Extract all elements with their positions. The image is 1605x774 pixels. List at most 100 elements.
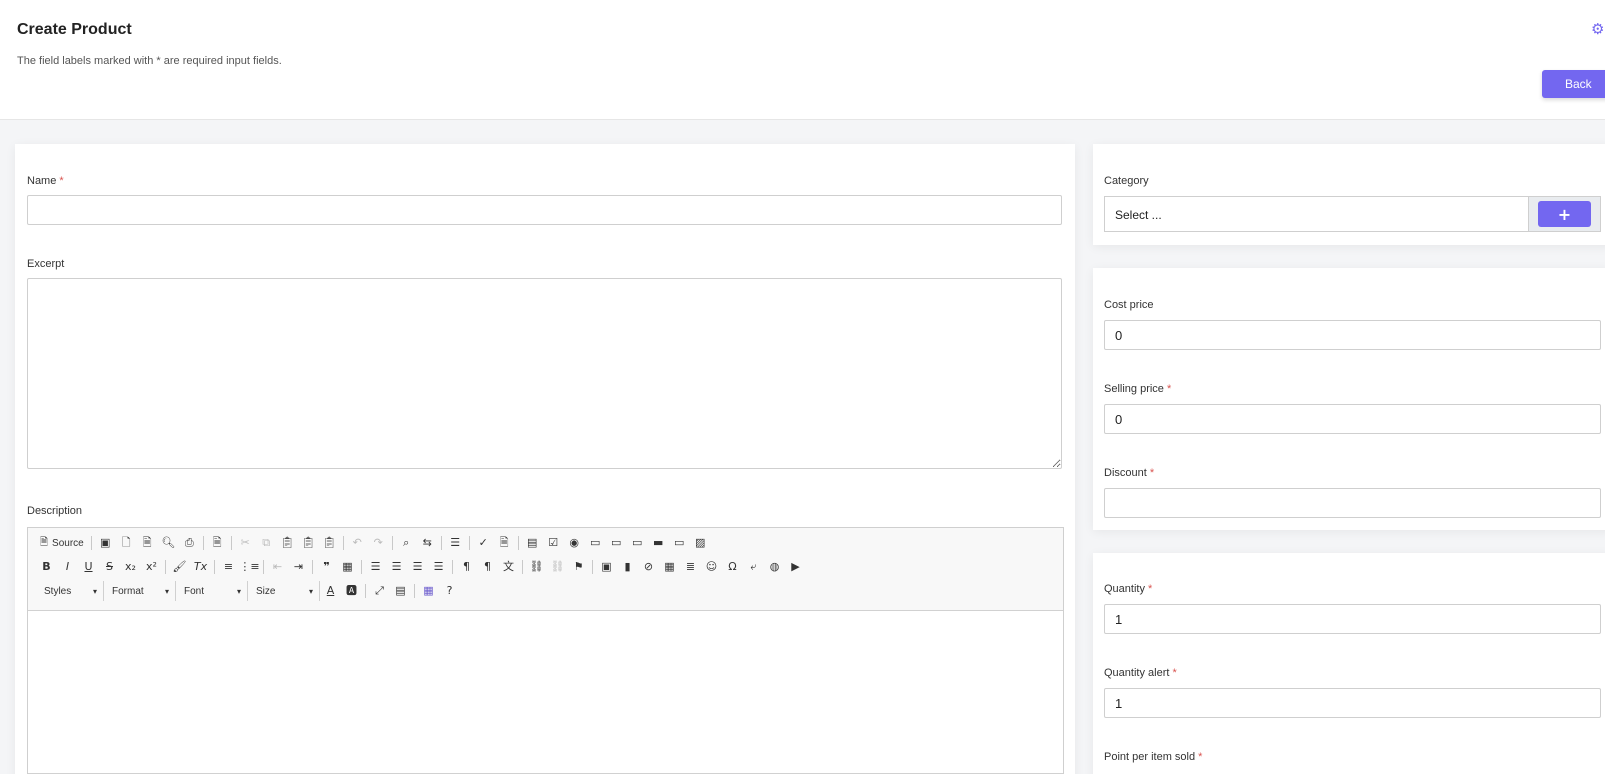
italic-icon[interactable]: I	[57, 557, 78, 577]
youtube-icon[interactable]: ▶	[785, 557, 806, 577]
discount-label: Discount *	[1104, 467, 1155, 479]
scayt-icon[interactable]: 🗎	[494, 533, 515, 553]
excerpt-label: Excerpt	[27, 258, 65, 270]
gear-icon[interactable]: ⚙	[1591, 22, 1605, 38]
cost-price-label: Cost price	[1104, 299, 1154, 311]
superscript-icon[interactable]: x²	[141, 557, 162, 577]
underline-icon[interactable]: U	[78, 557, 99, 577]
spellcheck-icon[interactable]: ✓	[473, 533, 494, 553]
align-right-icon[interactable]: ☰	[407, 557, 428, 577]
text-color-icon[interactable]: A	[320, 581, 341, 601]
bg-color-icon[interactable]: 🅰︎	[341, 581, 362, 601]
grid-icon[interactable]: ▦	[418, 581, 439, 601]
category-select[interactable]: Select ... +	[1104, 196, 1601, 232]
checkbox-icon[interactable]: ☑	[543, 533, 564, 553]
align-left-icon[interactable]: ☰	[365, 557, 386, 577]
form-icon[interactable]: ▤	[522, 533, 543, 553]
copy-format-icon[interactable]: 🖌︎	[169, 557, 190, 577]
subscript-icon[interactable]: x₂	[120, 557, 141, 577]
selling-price-label: Selling price *	[1104, 383, 1172, 395]
pricing-card: Cost price Selling price * Discount *	[1093, 268, 1605, 530]
horizontal-line-icon[interactable]: ≣	[680, 557, 701, 577]
image-icon[interactable]: ▣	[596, 557, 617, 577]
size-combo[interactable]: Size ▾	[248, 581, 320, 601]
language-icon[interactable]: 文	[498, 557, 519, 577]
bulleted-list-icon[interactable]: ⋮≡	[239, 557, 260, 577]
button-field-icon[interactable]: ▬	[648, 533, 669, 553]
point-per-item-label: Point per item sold *	[1104, 751, 1203, 763]
outdent-icon[interactable]: ⇤	[267, 557, 288, 577]
back-button[interactable]: Back	[1542, 70, 1605, 98]
quantity-input[interactable]	[1104, 604, 1601, 634]
paste-word-icon[interactable]: 📋︎	[319, 533, 340, 553]
numbered-list-icon[interactable]: ≡	[218, 557, 239, 577]
templates-icon[interactable]: 🗎	[207, 533, 228, 553]
editor-toolbar: 🗎 Source ▣ 🗋 🗎 🔍︎ ⎙ 🗎 ✂ ⧉ 📋︎ 📋︎ 📋︎ ↶ ↷ ⌕…	[28, 528, 1063, 611]
table-icon[interactable]: ▦	[659, 557, 680, 577]
format-combo[interactable]: Format ▾	[104, 581, 176, 601]
link-icon[interactable]: ⛓	[526, 557, 547, 577]
styles-combo[interactable]: Styles ▾	[36, 581, 104, 601]
replace-icon[interactable]: ⇆	[417, 533, 438, 553]
select-all-icon[interactable]: ☰	[445, 533, 466, 553]
category-card: Category Select ... +	[1093, 144, 1605, 245]
cut-icon[interactable]: ✂	[235, 533, 256, 553]
ltr-icon[interactable]: ¶	[456, 557, 477, 577]
smiley-icon[interactable]: ☺	[701, 557, 722, 577]
paste-icon[interactable]: 📋︎	[277, 533, 298, 553]
blockquote-icon[interactable]: ❞	[316, 557, 337, 577]
category-selected-value: Select ...	[1115, 208, 1162, 222]
align-justify-icon[interactable]: ☰	[428, 557, 449, 577]
anchor-icon[interactable]: ⚑	[568, 557, 589, 577]
name-label: Name *	[27, 175, 64, 187]
main-form-card: Name * Excerpt Description 🗎 Source ▣ 🗋 🗎…	[15, 144, 1075, 774]
show-blocks-icon[interactable]: ▤	[390, 581, 411, 601]
description-label: Description	[27, 505, 83, 517]
name-input[interactable]	[27, 195, 1062, 225]
div-container-icon[interactable]: ▦	[337, 557, 358, 577]
cost-price-input[interactable]	[1104, 320, 1601, 350]
radio-icon[interactable]: ◉	[564, 533, 585, 553]
font-combo[interactable]: Font ▾	[176, 581, 248, 601]
rtl-icon[interactable]: ¶	[477, 557, 498, 577]
special-char-icon[interactable]: Ω	[722, 557, 743, 577]
redo-icon[interactable]: ↷	[368, 533, 389, 553]
textfield-icon[interactable]: ▭	[585, 533, 606, 553]
image-button-icon[interactable]: ▭	[669, 533, 690, 553]
quantity-alert-input[interactable]	[1104, 688, 1601, 718]
strike-icon[interactable]: S	[99, 557, 120, 577]
save-icon[interactable]: ▣	[95, 533, 116, 553]
export-pdf-icon[interactable]: 🗎	[137, 533, 158, 553]
indent-icon[interactable]: ⇥	[288, 557, 309, 577]
copy-icon[interactable]: ⧉	[256, 533, 277, 553]
preview-icon[interactable]: 🔍︎	[158, 533, 179, 553]
hidden-field-icon[interactable]: ▨	[690, 533, 711, 553]
page-header: Create Product The field labels marked w…	[0, 0, 1605, 120]
quantity-alert-label: Quantity alert *	[1104, 667, 1177, 679]
quantity-label: Quantity *	[1104, 583, 1153, 595]
undo-icon[interactable]: ↶	[347, 533, 368, 553]
iframe-icon[interactable]: ◍	[764, 557, 785, 577]
new-page-icon[interactable]: 🗋	[116, 533, 137, 553]
source-button[interactable]: 🗎 Source	[36, 533, 88, 553]
discount-input[interactable]	[1104, 488, 1601, 518]
select-field-icon[interactable]: ▭	[627, 533, 648, 553]
page-break-icon[interactable]: ⤶	[743, 557, 764, 577]
selling-price-input[interactable]	[1104, 404, 1601, 434]
remove-format-icon[interactable]: Tx	[190, 557, 211, 577]
chart-icon[interactable]: ▮	[617, 557, 638, 577]
paste-text-icon[interactable]: 📋︎	[298, 533, 319, 553]
help-icon[interactable]: ?	[439, 581, 460, 601]
excerpt-textarea[interactable]	[27, 278, 1062, 469]
add-category-button[interactable]: +	[1538, 201, 1591, 227]
textarea-icon[interactable]: ▭	[606, 533, 627, 553]
maximize-icon[interactable]: ⤢	[369, 581, 390, 601]
unlink-icon[interactable]: ⛓	[547, 557, 568, 577]
align-center-icon[interactable]: ☰	[386, 557, 407, 577]
print-icon[interactable]: ⎙	[179, 533, 200, 553]
flash-icon[interactable]: ⊘	[638, 557, 659, 577]
editor-content-area[interactable]	[28, 612, 1063, 772]
bold-icon[interactable]: B	[36, 557, 57, 577]
find-icon[interactable]: ⌕	[396, 533, 417, 553]
source-icon: 🗎	[40, 536, 49, 548]
